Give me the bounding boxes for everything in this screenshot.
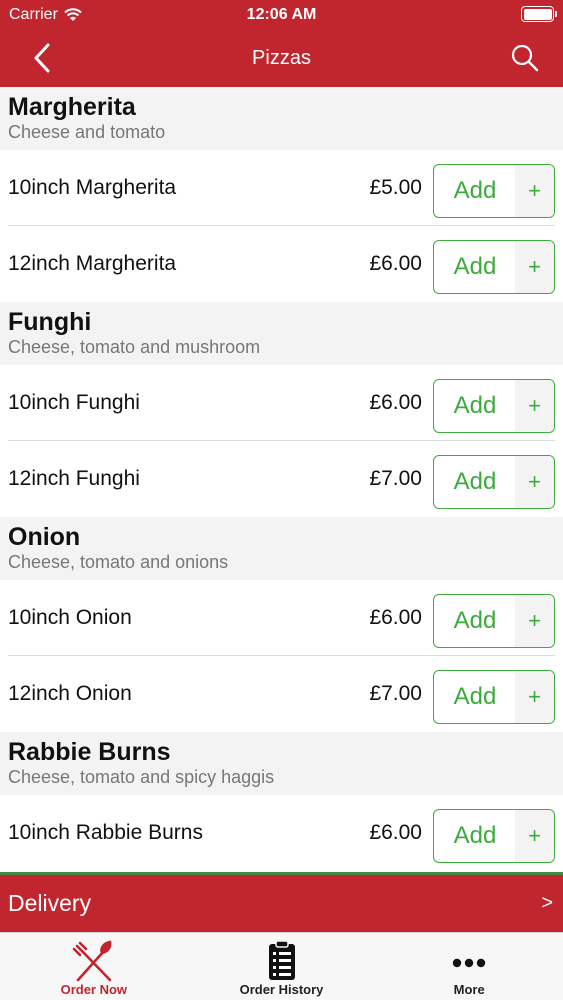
menu-item-name: 12inch Onion: [8, 682, 132, 705]
add-to-order-button[interactable]: Add +: [433, 455, 555, 509]
tab-more[interactable]: More: [375, 933, 563, 1000]
menu-item-row: 12inch Funghi £7.00 Add +: [0, 441, 563, 517]
section-header: Rabbie Burns Cheese, tomato and spicy hag…: [0, 732, 563, 795]
plus-icon: +: [515, 671, 554, 723]
menu-item-name: 10inch Rabbie Burns: [8, 821, 203, 844]
delivery-label: Delivery: [8, 890, 92, 916]
nav-bar: Pizzas: [0, 30, 563, 87]
add-to-order-button[interactable]: Add +: [433, 240, 555, 294]
menu-item-name: 12inch Funghi: [8, 467, 140, 490]
tab-order-history[interactable]: Order History: [188, 933, 376, 1000]
battery-icon: [521, 6, 557, 22]
add-button-label: Add: [453, 822, 497, 849]
more-dots-icon: [446, 939, 492, 985]
menu-item-price: £6.00: [369, 391, 422, 414]
plus-icon: +: [515, 165, 554, 217]
add-button-label: Add: [453, 683, 497, 710]
menu-item-name: 10inch Margherita: [8, 176, 177, 199]
menu-item-row: 10inch Onion £6.00 Add +: [0, 580, 563, 656]
tab-label: Order Now: [60, 982, 128, 997]
clipboard-list-icon: [259, 939, 305, 985]
add-button-label: Add: [453, 468, 497, 495]
menu-item-row: 10inch Rabbie Burns £6.00 Add +: [0, 795, 563, 871]
section-description: Cheese, tomato and onions: [8, 552, 229, 572]
menu-item-row: 12inch Onion £7.00 Add +: [0, 656, 563, 732]
add-to-order-button[interactable]: Add +: [433, 670, 555, 724]
section-title: Margherita: [8, 93, 136, 121]
plus-icon: +: [515, 241, 554, 293]
menu-item-name: 12inch Margherita: [8, 252, 177, 275]
section-header: Margherita Cheese and tomato: [0, 87, 563, 150]
tab-order-now[interactable]: Order Now: [0, 933, 188, 1000]
add-button-label: Add: [453, 177, 497, 204]
plus-icon: +: [515, 810, 554, 862]
add-button-label: Add: [453, 392, 497, 419]
tab-label: Order History: [239, 982, 324, 997]
menu-item-row: 10inch Funghi £6.00 Add +: [0, 365, 563, 441]
menu-list[interactable]: Margherita Cheese and tomato 10inch Marghe…: [0, 87, 563, 872]
plus-icon: +: [515, 456, 554, 508]
delivery-bar[interactable]: Delivery >: [0, 872, 563, 932]
add-button-label: Add: [453, 253, 497, 280]
section-title: Rabbie Burns: [8, 738, 171, 766]
section-title: Onion: [8, 523, 81, 551]
status-time: 12:06 AM: [246, 6, 317, 23]
fork-knife-icon: [71, 939, 117, 985]
menu-item-price: £5.00: [369, 176, 422, 199]
add-to-order-button[interactable]: Add +: [433, 379, 555, 433]
section-header: Funghi Cheese, tomato and mushroom: [0, 302, 563, 365]
menu-item-price: £7.00: [369, 682, 422, 705]
menu-item-price: £6.00: [369, 606, 422, 629]
search-icon[interactable]: [509, 42, 541, 74]
add-to-order-button[interactable]: Add +: [433, 809, 555, 863]
section-description: Cheese, tomato and spicy haggis: [8, 767, 275, 787]
menu-item-name: 10inch Onion: [8, 606, 132, 629]
add-to-order-button[interactable]: Add +: [433, 594, 555, 648]
section-description: Cheese, tomato and mushroom: [8, 337, 261, 357]
plus-icon: +: [515, 595, 554, 647]
tab-bar: Order Now Order History More: [0, 932, 563, 1000]
delivery-chevron-icon: >: [541, 892, 553, 914]
page-title: Pizzas: [252, 47, 311, 69]
plus-icon: +: [515, 380, 554, 432]
section-title: Funghi: [8, 308, 92, 336]
menu-item-price: £6.00: [369, 252, 422, 275]
menu-item-row: 12inch Margherita £6.00 Add +: [0, 226, 563, 302]
menu-item-price: £6.00: [369, 821, 422, 844]
add-button-label: Add: [453, 607, 497, 634]
section-description: Cheese and tomato: [8, 122, 166, 142]
menu-item-row: 10inch Margherita £5.00 Add +: [0, 150, 563, 226]
tab-label: More: [453, 982, 485, 997]
menu-item-name: 10inch Funghi: [8, 391, 140, 414]
status-bar: Carrier 12:06 AM: [0, 0, 563, 30]
add-to-order-button[interactable]: Add +: [433, 164, 555, 218]
menu-item-price: £7.00: [369, 467, 422, 490]
header: Carrier 12:06 AM Pizzas: [0, 0, 563, 87]
section-header: Onion Cheese, tomato and onions: [0, 517, 563, 580]
